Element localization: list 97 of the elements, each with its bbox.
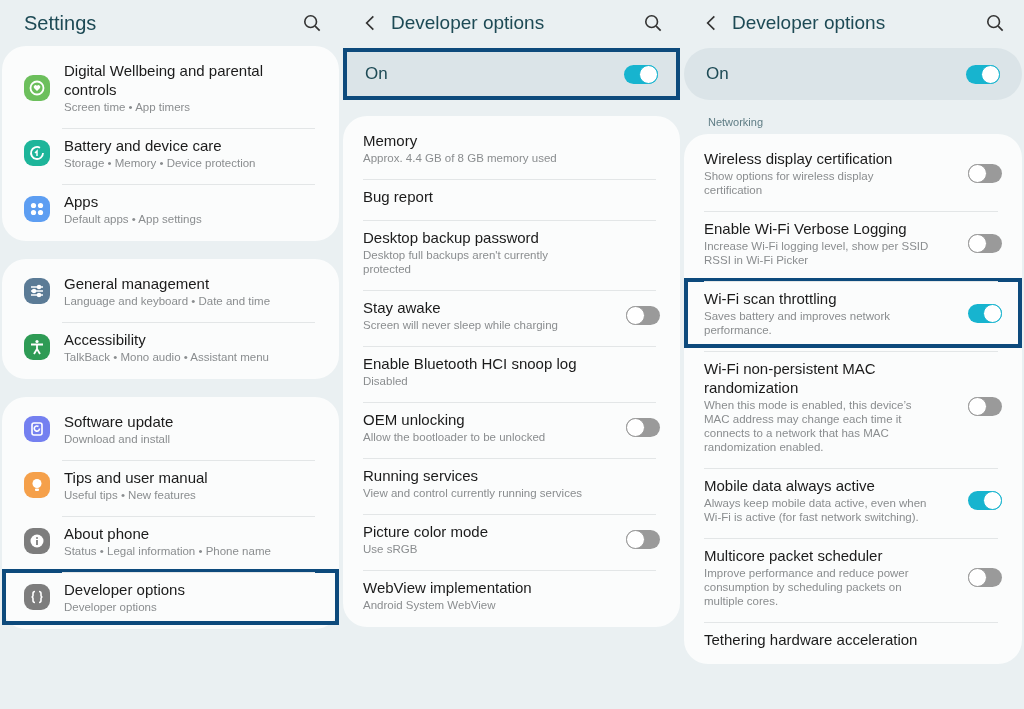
toggle-switch[interactable] — [968, 567, 1002, 587]
master-switch-bar[interactable]: On — [343, 48, 680, 100]
item-subtitle: Android System WebView — [363, 598, 497, 612]
master-switch-label: On — [365, 64, 388, 84]
settings-item[interactable]: Memory Approx. 4.4 GB of 8 GB memory used — [343, 120, 680, 176]
settings-item[interactable]: Desktop backup password Desktop full backups aren't currently protected — [343, 217, 680, 287]
item-title: Apps — [64, 192, 100, 211]
item-title: Running services — [363, 466, 480, 485]
master-switch-bar[interactable]: On — [684, 48, 1022, 100]
search-icon[interactable] — [303, 14, 321, 32]
search-icon[interactable] — [644, 14, 662, 32]
settings-item[interactable]: About phone Status • Legal information • Phone name — [2, 513, 339, 569]
item-title: Developer options — [64, 580, 186, 599]
item-subtitle: Disabled — [363, 374, 409, 388]
item-title: Software update — [64, 412, 175, 431]
settings-item[interactable]: Digital Wellbeing and parental controls Screen time • App timers — [2, 50, 339, 125]
back-icon[interactable] — [365, 14, 375, 32]
item-title: Battery and device care — [64, 136, 223, 155]
item-title: Multicore packet scheduler — [704, 546, 884, 565]
settings-item[interactable]: Enable Wi-Fi Verbose Logging Increase Wi-Fi logging level, show per SSID RSSI in Wi-Fi Picker — [684, 208, 1022, 278]
item-title: About phone — [64, 524, 151, 543]
item-subtitle: Developer options — [64, 600, 158, 614]
item-subtitle: Saves battery and improves network performance. — [704, 309, 891, 337]
settings-item[interactable]: Wireless display certification Show options for wireless display certification — [684, 138, 1022, 208]
item-title: WebView implementation — [363, 578, 533, 597]
item-subtitle: Screen will never sleep while charging — [363, 318, 559, 332]
item-title: Desktop backup password — [363, 228, 540, 247]
item-subtitle: When this mode is enabled, this device’s MAC address may change each time it connects to a network that has MAC randomization enabled. — [704, 398, 913, 454]
item-title: Wi-Fi scan throttling — [704, 289, 838, 308]
master-switch-label: On — [706, 64, 729, 84]
item-subtitle: Language and keyboard • Date and time — [64, 294, 272, 308]
settings-item[interactable]: Wi-Fi non-persistent MAC randomization When this mode is enabled, this device’s MAC address may change each time it connects to a network that has MAC randomization enabled. — [684, 348, 1022, 465]
settings-item[interactable]: OEM unlocking Allow the bootloader to be unlocked — [343, 399, 680, 455]
settings-item[interactable]: Enable Bluetooth HCI snoop log Disabled — [343, 343, 680, 399]
settings-item[interactable]: Apps Default apps • App settings — [2, 181, 339, 237]
item-subtitle: Desktop full backups aren't currently protected — [363, 248, 549, 276]
toggle-switch[interactable] — [968, 233, 1002, 253]
page-title: Developer options — [732, 12, 887, 34]
item-title: Tips and user manual — [64, 468, 209, 487]
toggle-switch[interactable] — [968, 490, 1002, 510]
item-subtitle: Download and install — [64, 432, 172, 446]
settings-item[interactable]: Stay awake Screen will never sleep while charging — [343, 287, 680, 343]
item-title: Accessibility — [64, 330, 147, 349]
item-title: Tethering hardware acceleration — [704, 630, 919, 649]
item-subtitle: Improve performance and reduce power consumption by scheduling packets on multiple cores. — [704, 566, 910, 608]
toggle-switch[interactable] — [968, 397, 1002, 416]
section-header: Networking — [707, 116, 765, 130]
item-title: Mobile data always active — [704, 476, 876, 495]
settings-item[interactable]: Running services View and control currently running services — [343, 455, 680, 511]
item-subtitle: Storage • Memory • Device protection — [64, 156, 257, 170]
settings-item[interactable]: Battery and device care Storage • Memory • Device protection — [2, 125, 339, 181]
settings-item[interactable]: Accessibility TalkBack • Mono audio • Assistant menu — [2, 319, 339, 375]
item-subtitle: Status • Legal information • Phone name — [64, 544, 272, 558]
settings-item[interactable]: Tethering hardware acceleration — [684, 619, 1022, 660]
back-icon[interactable] — [706, 14, 716, 32]
item-title: General management — [64, 274, 211, 293]
settings-item[interactable]: Bug report — [343, 176, 680, 217]
toggle-switch[interactable] — [624, 64, 658, 84]
item-title: Bug report — [363, 187, 435, 206]
toggle-switch[interactable] — [966, 64, 1000, 84]
settings-item[interactable]: Developer options Developer options — [2, 569, 339, 625]
settings-item[interactable]: Software update Download and install — [2, 401, 339, 457]
item-subtitle: Increase Wi-Fi logging level, show per SSID RSSI in Wi-Fi Picker — [704, 239, 930, 267]
item-subtitle: Approx. 4.4 GB of 8 GB memory used — [363, 151, 558, 165]
settings-item[interactable]: Tips and user manual Useful tips • New features — [2, 457, 339, 513]
item-subtitle: Useful tips • New features — [64, 488, 197, 502]
item-subtitle: Screen time • App timers — [64, 100, 192, 114]
item-title: Wireless display certification — [704, 149, 894, 168]
item-subtitle: Show options for wireless display certification — [704, 169, 875, 197]
item-subtitle: Always keep mobile data active, even when Wi-Fi is active (for fast network switching). — [704, 496, 928, 524]
toggle-switch[interactable] — [626, 305, 660, 325]
page-title: Settings — [24, 11, 98, 35]
item-title: Enable Bluetooth HCI snoop log — [363, 354, 578, 373]
item-title: OEM unlocking — [363, 410, 466, 429]
settings-item[interactable]: Picture color mode Use sRGB — [343, 511, 680, 567]
toggle-switch[interactable] — [968, 303, 1002, 323]
item-title: Enable Wi-Fi Verbose Logging — [704, 219, 908, 238]
settings-item[interactable]: Mobile data always active Always keep mobile data active, even when Wi-Fi is active (for fast network switching). — [684, 465, 1022, 535]
item-title: Memory — [363, 131, 419, 150]
item-title: Digital Wellbeing and parental controls — [64, 61, 264, 99]
item-subtitle: TalkBack • Mono audio • Assistant menu — [64, 350, 270, 364]
item-subtitle: View and control currently running services — [363, 486, 584, 500]
page-title: Developer options — [391, 12, 546, 34]
item-title: Picture color mode — [363, 522, 490, 541]
item-title: Stay awake — [363, 298, 442, 317]
toggle-switch[interactable] — [626, 417, 660, 437]
item-subtitle: Default apps • App settings — [64, 212, 203, 226]
settings-item[interactable]: Multicore packet scheduler Improve performance and reduce power consumption by scheduling packets on multiple cores. — [684, 535, 1022, 619]
item-subtitle: Allow the bootloader to be unlocked — [363, 430, 547, 444]
toggle-switch[interactable] — [968, 163, 1002, 183]
toggle-switch[interactable] — [626, 529, 660, 549]
item-subtitle: Use sRGB — [363, 542, 419, 556]
search-icon[interactable] — [986, 14, 1004, 32]
item-title: Wi-Fi non-persistent MAC randomization — [704, 359, 877, 397]
settings-item[interactable]: WebView implementation Android System WebView — [343, 567, 680, 623]
settings-item[interactable]: Wi-Fi scan throttling Saves battery and improves network performance. — [684, 278, 1022, 348]
settings-item[interactable]: General management Language and keyboard • Date and time — [2, 263, 339, 319]
